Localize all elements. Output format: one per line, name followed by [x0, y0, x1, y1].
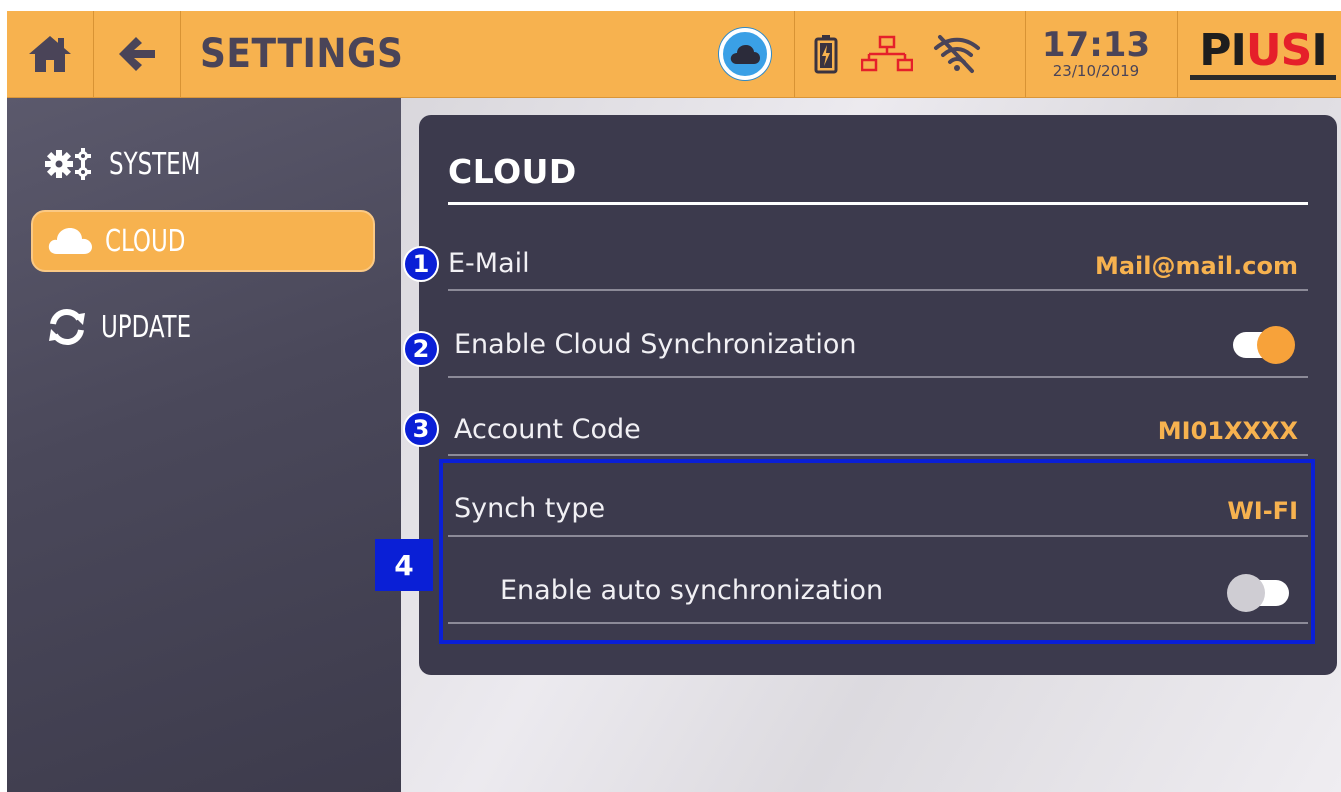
screen: SETTINGS 17:13 23/10/2019 PIUSI SYSTEM C… — [7, 11, 1341, 792]
account-code-label: Account Code — [454, 414, 641, 445]
row-divider — [448, 376, 1308, 378]
cloud-status-icon — [719, 28, 771, 80]
annotation-group-box — [439, 459, 1315, 644]
enable-cloud-sync-label: Enable Cloud Synchronization — [454, 329, 857, 360]
logo-part-i: I — [1311, 24, 1327, 76]
annotation-badge-2: 2 — [403, 331, 439, 367]
sidebar — [7, 98, 401, 792]
email-value[interactable]: Mail@mail.com — [1095, 252, 1298, 280]
home-button[interactable] — [7, 11, 93, 97]
row-divider — [448, 454, 1308, 456]
row-divider — [448, 535, 1308, 537]
logo-part-pi: PI — [1199, 24, 1247, 76]
panel-title: CLOUD — [448, 152, 577, 191]
sidebar-item-label: SYSTEM — [109, 146, 201, 182]
clock: 17:13 23/10/2019 — [1025, 11, 1167, 97]
gears-icon — [45, 148, 91, 180]
row-divider — [448, 289, 1308, 291]
title-divider — [448, 202, 1308, 205]
cloud-icon — [48, 228, 92, 254]
synch-type-value[interactable]: WI-FI — [1227, 497, 1298, 525]
synch-type-label: Synch type — [454, 493, 606, 524]
annotation-badge-4: 4 — [375, 539, 433, 591]
home-icon — [29, 36, 71, 72]
toggle-knob — [1227, 574, 1265, 612]
cloud-status-button[interactable] — [713, 11, 777, 97]
annotation-badge-3: 3 — [403, 411, 439, 447]
account-code-value[interactable]: MI01XXXX — [1158, 417, 1298, 445]
wifi-off-icon — [925, 11, 989, 97]
back-arrow-icon — [119, 37, 155, 71]
clock-time: 17:13 — [1041, 25, 1151, 65]
enable-cloud-sync-toggle[interactable] — [1233, 326, 1295, 364]
auto-sync-label: Enable auto synchronization — [500, 575, 884, 606]
sidebar-item-system[interactable]: SYSTEM — [31, 133, 375, 195]
annotation-badge-1: 1 — [403, 246, 439, 282]
email-label: E-Mail — [448, 248, 530, 279]
piusi-logo: PIUSI — [1185, 11, 1341, 97]
toggle-knob — [1257, 326, 1295, 364]
back-button[interactable] — [94, 11, 180, 97]
sidebar-item-update[interactable]: UPDATE — [31, 296, 375, 358]
sidebar-item-label: CLOUD — [105, 223, 186, 259]
sidebar-item-cloud[interactable]: CLOUD — [31, 210, 375, 272]
battery-icon — [807, 11, 845, 97]
top-bar: SETTINGS 17:13 23/10/2019 PIUSI — [7, 11, 1341, 98]
refresh-icon — [49, 308, 85, 346]
page-title: SETTINGS — [200, 31, 404, 77]
logo-part-us: US — [1245, 24, 1312, 76]
auto-sync-toggle[interactable] — [1227, 574, 1289, 612]
clock-date: 23/10/2019 — [1052, 62, 1140, 80]
network-icon — [857, 11, 917, 97]
sidebar-item-label: UPDATE — [101, 309, 192, 345]
row-divider — [448, 622, 1308, 624]
